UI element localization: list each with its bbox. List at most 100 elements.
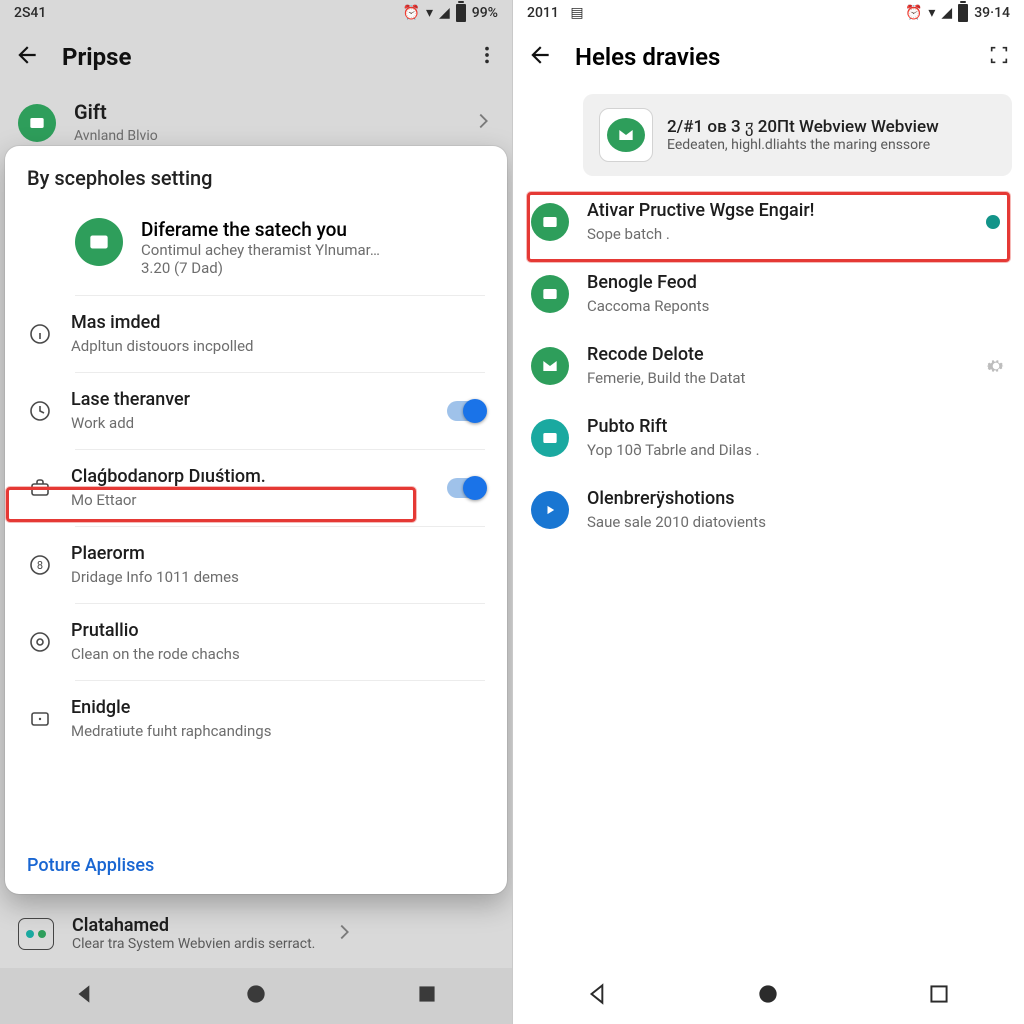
bg-item-title: Gift [74,100,454,125]
list-item-olenbrery[interactable]: Olenbrerÿshotions Saue sale 2010 diatovi… [513,474,1024,546]
row-subtitle: Work add [71,414,429,434]
hero-line1: Contimul achey theramist Ylnumar… [141,241,380,259]
alarm-icon: ⏰ [403,5,420,21]
status-bar: 2S41 ⏰ ▾ ◢ 99% [0,0,512,26]
app-bar: Heles dravies [513,26,1024,88]
app-icon [531,419,569,457]
back-button[interactable] [14,42,40,72]
row-title: Enidgle [71,697,485,720]
card-app-thumb [599,108,653,162]
status-bar: 2011 ▤ ⏰ ▾ ◢ 39·14 [513,0,1024,26]
toggle[interactable] [447,401,485,421]
nav-home-button[interactable] [243,981,269,1011]
battery-icon [456,4,466,22]
nav-recent-button[interactable] [926,981,952,1011]
toggle[interactable] [447,478,485,498]
nav-back-button[interactable] [72,981,98,1011]
row-title: Mas imded [71,312,485,335]
nav-back-button[interactable] [585,981,611,1011]
signal-icon: ◢ [941,5,952,21]
chevron-right-icon [472,110,494,136]
back-button[interactable] [527,42,553,72]
list-item-pubto[interactable]: Pubto Rift Yop 10∂ Tabrle and Dilas . [513,402,1024,474]
battery-icon [958,4,968,22]
scan-icon[interactable] [988,44,1010,70]
row-title: Lase theranver [71,389,429,412]
setting-row-prutallio[interactable]: Prutallio Clean on the rode chachs [5,604,507,680]
row-subtitle: Medratiute fuıht raphcandings [71,722,485,742]
header-card[interactable]: 2/#1 oв 3 ჳ 20Пt Webview Webview Eedeate… [583,94,1012,176]
status-dot-icon [986,215,1000,229]
eight-icon: 8 [27,552,53,578]
row-subtitle: Mo Ettaor [71,491,429,511]
setting-row-clagbodanorp[interactable]: Claǵbodanorp Dıuśtiom. Mo Ettaor [5,450,507,526]
background-bottom-item[interactable]: Clatahamed Clear tra System Webvien ardi… [0,899,512,968]
row-title: Claǵbodanorp Dıuśtiom. [71,466,429,489]
wifi-icon: ▾ [928,5,935,21]
mail-icon [531,347,569,385]
status-time: 2011 [527,5,559,21]
alarm-icon: ⏰ [905,5,922,21]
row-subtitle: Dridage Info 1011 demes [71,568,485,588]
setting-row-mas-imded[interactable]: Mas imded Adpltun distouors incpolled [5,296,507,372]
app-icon [531,275,569,313]
hero-line2: 3.20 (7 Dad) [141,259,380,277]
status-time: 2S41 [14,5,46,21]
signal-icon: ◢ [439,5,450,21]
status-icons: ⏰ ▾ ◢ 39·14 [905,4,1010,22]
clock-icon [27,398,53,424]
svg-text:8: 8 [37,559,43,572]
item-subtitle: Sope batch . [587,225,968,245]
card-subtitle: Eedeaten, highl.dliahts the maring ensso… [667,137,939,153]
status-icons: ⏰ ▾ ◢ 99% [403,4,498,22]
item-subtitle: Caccoma Reponts [587,297,1006,317]
nav-recent-button[interactable] [414,981,440,1011]
list-item-recode[interactable]: Recode Delote Femerie, Build the Datat [513,330,1024,402]
battery-pct: 99% [472,5,498,21]
page-title: Heles dravies [575,43,720,71]
gear-icon[interactable] [986,356,1006,376]
app-bar: Pripse [0,26,512,88]
item-title: Recode Delote [587,344,968,367]
sheet-hero[interactable]: Diferame the satech you Contimul achey t… [5,200,507,295]
info-icon [27,321,53,347]
setting-row-plaerorm[interactable]: 8 Plaerorm Dridage Info 1011 demes [5,527,507,603]
row-title: Plaerorm [71,543,485,566]
nav-home-button[interactable] [755,981,781,1011]
row-title: Prutallio [71,620,485,643]
item-title: Ativar Pructive Wgse Engair! [587,200,968,223]
nav-bar [513,968,1024,1024]
item-title: Benogle Feod [587,272,1006,295]
item-subtitle: Yop 10∂ Tabrle and Dilas . [587,441,1006,461]
play-icon [531,491,569,529]
app-icon [531,203,569,241]
screen-left: 2S41 ⏰ ▾ ◢ 99% Pripse Gift [0,0,512,1024]
row-subtitle: Clean on the rode chachs [71,645,485,665]
card-title: 2/#1 oв 3 ჳ 20Пt Webview Webview [667,117,939,137]
hero-title: Diferame the satech you [141,218,380,241]
sheet-title: By sсepholes setting [5,146,507,200]
bottom-item-title: Clatahamed [72,915,315,936]
sheet-action-link[interactable]: Poture Applises [5,837,507,894]
wifi-icon: ▾ [426,5,433,21]
setting-row-lase-theranver[interactable]: Lase theranver Work add [5,373,507,449]
setting-row-enidgle[interactable]: Enidgle Medratiute fuıht raphcandings [5,681,507,757]
nav-bar [0,968,512,1024]
row-subtitle: Adpltun distouors incpolled [71,337,485,357]
overflow-menu-button[interactable] [476,44,498,70]
page-title: Pripse [62,43,131,71]
chevron-right-icon [333,921,355,947]
item-title: Pubto Rift [587,416,1006,439]
app-icon [18,104,56,142]
tablet-icon [27,706,53,732]
bg-item-subtitle: Avnland Blvio [74,127,454,145]
settings-sheet: By sсepholes setting Diferame the satech… [5,146,507,894]
item-subtitle: Saue sale 2010 diatovients [587,513,1006,533]
bottom-item-subtitle: Clear tra System Webvien ardis serract. [72,936,315,952]
list-item-benogle[interactable]: Benogle Feod Caccoma Reponts [513,258,1024,330]
screen-right: 2011 ▤ ⏰ ▾ ◢ 39·14 Heles dravies [512,0,1024,1024]
list-item-ativar[interactable]: Ativar Pructive Wgse Engair! Sope batch … [513,186,1024,258]
suitcase-icon [27,475,53,501]
circle-o-icon [27,629,53,655]
dual-dot-icon [18,918,54,950]
